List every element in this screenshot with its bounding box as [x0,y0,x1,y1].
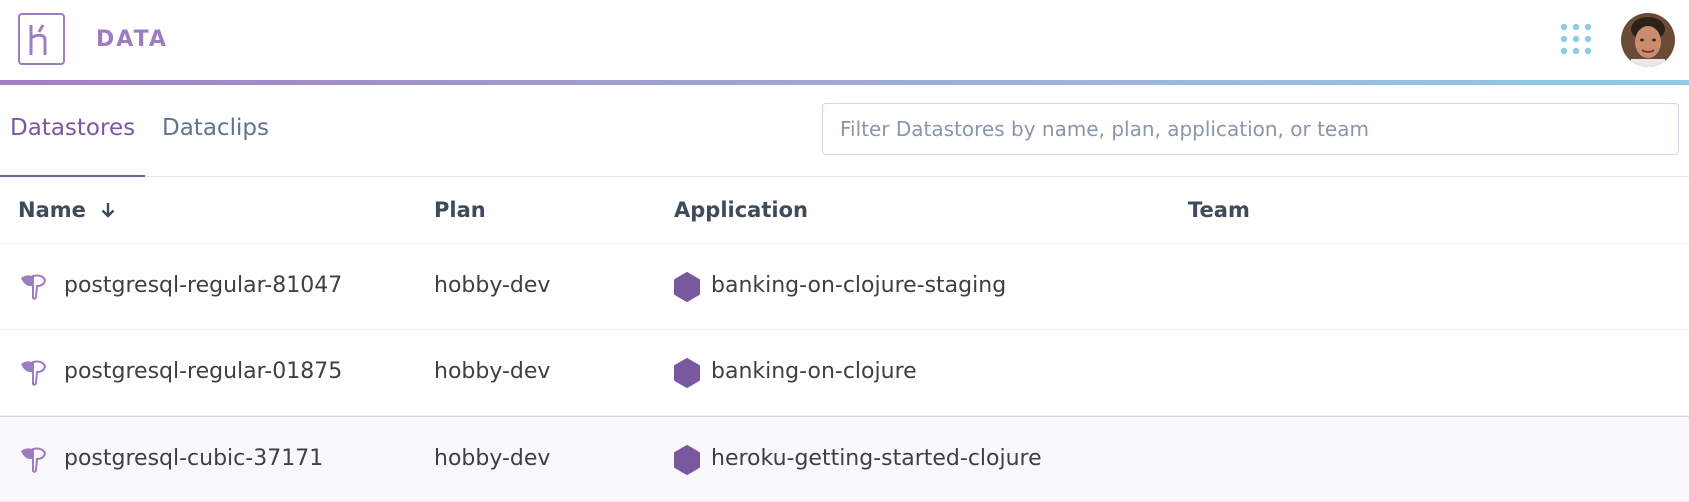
datastore-name[interactable]: postgresql-cubic-37171 [64,446,323,471]
app-hexagon-icon [673,272,701,306]
user-avatar[interactable] [1621,13,1675,67]
column-header-team: Team [1188,198,1250,222]
datastores-table: Name Plan Application Team postgresql-re… [0,177,1689,502]
heroku-logo-icon[interactable] [18,13,65,65]
datastore-plan: hobby-dev [434,273,551,298]
postgres-elephant-icon [18,359,48,391]
datastore-application[interactable]: heroku-getting-started-clojure [711,446,1042,471]
column-header-name-label: Name [18,198,86,222]
apps-grid-icon[interactable] [1559,22,1593,56]
heroku-h-glyph [29,24,47,55]
datastore-name[interactable]: postgresql-regular-81047 [64,273,342,298]
datastore-name[interactable]: postgresql-regular-01875 [64,359,342,384]
datastore-plan: hobby-dev [434,359,551,384]
tabs-toolbar: Datastores Dataclips [0,85,1689,177]
table-row[interactable]: postgresql-regular-01875 hobby-dev banki… [0,330,1689,416]
postgres-elephant-icon [18,273,48,305]
table-header: Name Plan Application Team [0,177,1689,244]
datastore-application[interactable]: banking-on-clojure-staging [711,273,1006,298]
table-row[interactable]: postgresql-regular-81047 hobby-dev banki… [0,244,1689,330]
table-row[interactable]: postgresql-cubic-37171 hobby-dev heroku-… [0,416,1689,502]
filter-datastores-input[interactable] [822,103,1679,155]
column-header-application: Application [674,198,808,222]
tab-dataclips[interactable]: Dataclips [162,115,269,141]
column-header-name[interactable]: Name [18,198,115,223]
tab-datastores[interactable]: Datastores [10,115,135,141]
sort-descending-arrow-icon [101,199,115,223]
column-header-plan: Plan [434,198,486,222]
brand-title[interactable]: DATA [96,27,168,52]
postgres-elephant-icon [18,446,48,478]
datastore-application[interactable]: banking-on-clojure [711,359,917,384]
datastore-plan: hobby-dev [434,446,551,471]
top-header: DATA [0,0,1689,80]
app-hexagon-icon [673,445,701,479]
app-hexagon-icon [673,358,701,392]
